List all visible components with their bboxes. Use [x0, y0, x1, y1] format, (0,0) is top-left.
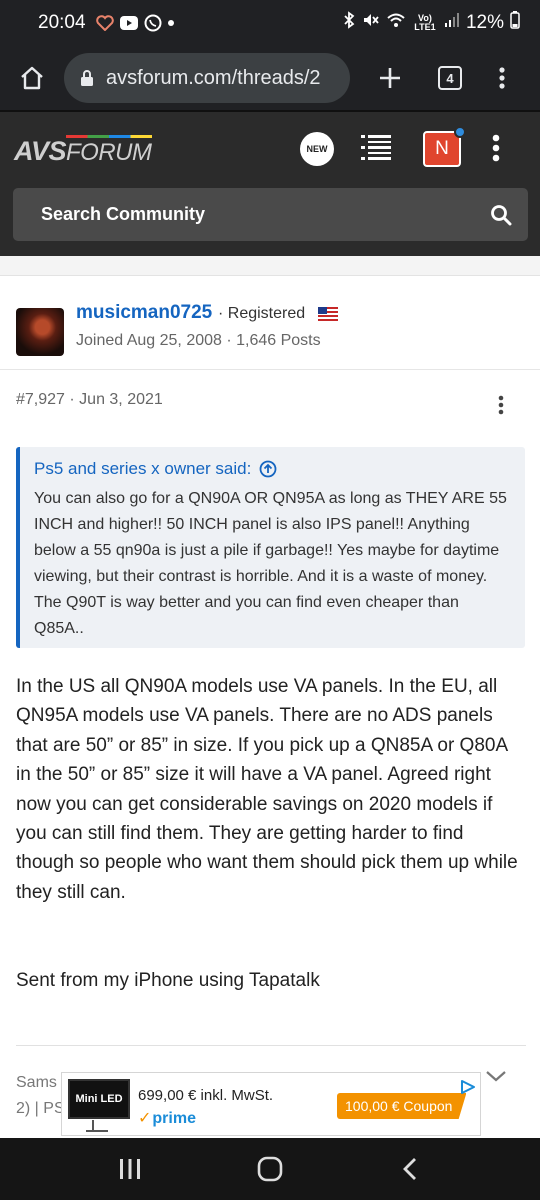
wifi-icon	[386, 11, 406, 35]
browser-toolbar: avsforum.com/threads/2 4	[0, 46, 540, 110]
search-icon[interactable]	[490, 204, 512, 226]
ad-product-image: Mini LED	[68, 1079, 130, 1119]
post-date: · Jun 3, 2021	[69, 391, 163, 408]
logo-stripes	[66, 135, 152, 138]
site-header: AVS FORUM NEW N Search Community	[0, 112, 540, 256]
battery-percent: 12%	[465, 12, 504, 33]
search-label: Search Community	[41, 204, 206, 224]
quote-block: Ps5 and series x owner said: You can als…	[16, 447, 525, 648]
status-bar: 20:04 Vo) LTE1 12%	[0, 0, 540, 46]
bluetooth-icon	[342, 11, 356, 35]
address-bar[interactable]: avsforum.com/threads/2	[64, 53, 350, 103]
poster-joined-info: Joined Aug 25, 2008 · 1,646 Posts	[76, 332, 321, 349]
ad-banner[interactable]: Mini LED 699,00 € inkl. MwSt. ✓prime 100…	[61, 1072, 481, 1136]
tab-count: 4	[438, 66, 462, 90]
lock-icon	[80, 69, 94, 87]
ad-prime-label: prime	[152, 1110, 196, 1127]
browser-menu-button[interactable]	[470, 46, 534, 110]
ad-prime: ✓prime	[138, 1110, 196, 1127]
forum-list-button[interactable]	[361, 134, 391, 167]
youtube-icon	[119, 15, 139, 31]
user-avatar-button[interactable]: N	[423, 126, 466, 167]
chevron-down-icon	[486, 1071, 506, 1082]
home-button[interactable]	[0, 46, 64, 110]
poster-role: · Registered	[218, 305, 306, 322]
back-chevron-icon	[403, 1158, 416, 1180]
home-nav-button[interactable]	[240, 1139, 300, 1199]
status-right: Vo) LTE1 12%	[342, 11, 520, 35]
quote-author: Ps5 and series x owner said:	[34, 459, 252, 478]
user-initial: N	[435, 138, 449, 159]
recents-icon	[120, 1159, 140, 1179]
post-divider	[0, 369, 540, 370]
post-sent-from: Sent from my iPhone using Tapatalk	[16, 970, 320, 991]
tab-switcher-button[interactable]: 4	[430, 46, 470, 110]
notification-dot-icon	[167, 19, 175, 27]
list-icon	[361, 135, 391, 160]
back-button[interactable]	[380, 1139, 440, 1199]
post-number[interactable]: #7,927	[16, 391, 65, 408]
mute-icon	[362, 11, 380, 35]
more-vertical-icon	[499, 67, 505, 89]
poster-avatar[interactable]	[16, 308, 64, 356]
home-icon	[21, 66, 43, 90]
ad-thumb-label: Mini LED	[75, 1093, 123, 1105]
heart-rate-icon	[95, 15, 114, 31]
viber-icon	[144, 14, 162, 32]
logo-avs: AVS	[14, 136, 67, 166]
system-nav-bar	[0, 1138, 540, 1200]
logo-forum: FORUM	[66, 139, 152, 166]
signal-icon	[444, 12, 460, 34]
ad-coupon[interactable]: 100,00 € Coupon	[337, 1093, 467, 1119]
plus-icon	[380, 68, 400, 88]
post-meta: #7,927 · Jun 3, 2021	[16, 391, 163, 409]
recents-button[interactable]	[100, 1139, 160, 1199]
poster-username[interactable]: musicman0725	[76, 302, 212, 324]
site-menu-button[interactable]	[492, 134, 500, 167]
more-vertical-icon	[492, 134, 500, 162]
header-shadow	[0, 256, 540, 276]
notification-dot	[454, 126, 466, 138]
adchoices-icon[interactable]	[460, 1079, 476, 1100]
us-flag-icon	[318, 307, 338, 321]
new-tab-button[interactable]	[350, 46, 430, 110]
more-vertical-icon	[498, 395, 504, 415]
new-posts-button[interactable]: NEW	[300, 132, 334, 166]
clock: 20:04	[38, 12, 86, 33]
search-community-bar[interactable]: Search Community	[13, 188, 528, 241]
quote-text: You can also go for a QN90A OR QN95A as …	[34, 490, 507, 637]
network-label: Vo) LTE1	[414, 13, 436, 32]
expand-signature-button[interactable]	[484, 1068, 508, 1089]
ad-product-stand	[86, 1120, 108, 1132]
home-circle-icon	[257, 1156, 283, 1182]
signature-divider	[16, 1045, 526, 1046]
arrow-up-circle-icon	[259, 460, 277, 478]
battery-icon	[510, 11, 520, 35]
ad-price: 699,00 € inkl. MwSt.	[138, 1087, 274, 1104]
avs-forum-logo[interactable]: AVS FORUM	[14, 135, 152, 167]
url-text: avsforum.com/threads/2	[106, 66, 321, 89]
quote-header[interactable]: Ps5 and series x owner said:	[34, 459, 511, 479]
post-body: In the US all QN90A models use VA panels…	[16, 676, 518, 903]
post-options-button[interactable]	[498, 395, 504, 420]
